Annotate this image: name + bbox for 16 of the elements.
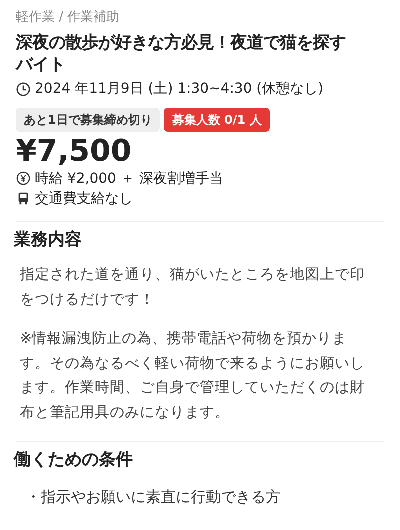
- price-text: ¥7,500: [16, 134, 133, 168]
- yen-coin-icon: [16, 171, 31, 186]
- openings-tag: 募集人数 0/1 人: [164, 108, 270, 132]
- category-text: 軽作業 / 作業補助: [16, 9, 121, 27]
- description-paragraph: ※情報漏洩防止の為、携帯電話や荷物を預かります。その為なるべく軽い荷物で来るようにお願いします。作業時間、ご自身で管理していただくのは財布と筆記用具のみになります。: [20, 329, 366, 422]
- clock-icon: [16, 82, 31, 96]
- deadline-tag: あと1日で募集締め切り: [16, 108, 160, 132]
- section-heading: 働くための条件: [14, 449, 134, 472]
- hourly-wage-text: 時給 ¥2,000 ＋ 深夜割増手当: [35, 170, 224, 188]
- condition-item: ・指示やお願いに素直に行動できる方: [26, 486, 282, 508]
- job-title: 深夜の散歩が好きな方必見！夜道で猫を探すバイト: [16, 32, 347, 76]
- section-heading: 業務内容: [14, 228, 83, 252]
- description-paragraph: 指定された道を通り、猫がいたところを地図上で印をつけるだけです！: [20, 265, 366, 310]
- transport-text: 交通費支給なし: [35, 190, 133, 208]
- bus-icon: [16, 191, 31, 206]
- schedule-text: 2024 年11月9日 (土) 1:30~4:30 (休憩なし): [35, 80, 324, 98]
